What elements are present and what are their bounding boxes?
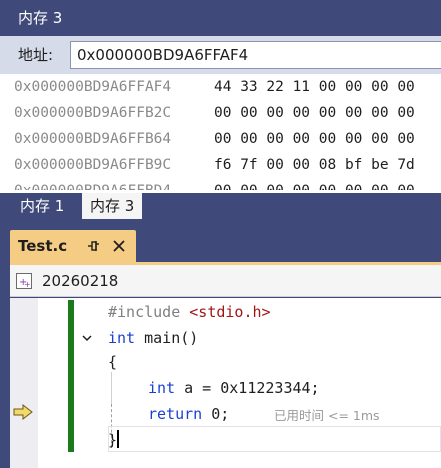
address-label: 地址: — [18, 46, 54, 64]
document-tab-label: Test.c — [18, 237, 68, 255]
code-text: 0; — [202, 405, 230, 423]
address-input[interactable]: 0x000000BD9A6FFAF4 — [70, 41, 441, 69]
indent-guide — [111, 372, 112, 404]
close-icon[interactable] — [110, 237, 128, 255]
code-line-1[interactable]: #include <stdio.h> — [108, 300, 271, 324]
memory-row-bytes[interactable]: 00 00 00 00 00 00 00 00 — [214, 100, 415, 126]
keyword: int — [148, 379, 176, 397]
code-text: } — [108, 431, 118, 449]
text-caret — [117, 430, 119, 448]
code-editor[interactable]: #include <stdio.h> int main() { int a = … — [10, 298, 441, 468]
code-line-5[interactable]: return 0; — [148, 402, 229, 426]
scope-dropdown-value[interactable]: 20260218 — [42, 270, 118, 292]
memory-row-bytes[interactable]: 00 00 00 00 00 00 00 00 — [214, 126, 415, 152]
memory-row-address: 0x000000BD9A6FFB9C — [14, 157, 172, 173]
perf-tip[interactable]: 已用时间 <= 1ms — [274, 404, 380, 428]
document-tab-test-c[interactable]: Test.c — [10, 230, 136, 262]
memory-window: 内存 3 地址: 0x000000BD9A6FFAF4 0x000000BD9A… — [0, 0, 441, 193]
pin-icon[interactable] — [84, 237, 102, 255]
code-text: { — [108, 353, 118, 371]
current-line-highlight — [108, 426, 441, 452]
code-line-6[interactable]: } — [108, 428, 117, 452]
tool-window-tabs: 内存 1 内存 3 — [0, 193, 441, 220]
include-target: <stdio.h> — [189, 303, 271, 321]
glyph-margin[interactable] — [10, 298, 38, 468]
memory-row-bytes[interactable]: f6 7f 00 00 08 bf be 7d — [214, 152, 415, 178]
code-text: a = 0x11223344; — [175, 379, 320, 397]
memory-window-title: 内存 3 — [0, 0, 441, 36]
memory-row-address: 0x000000BD9A6FFB2C — [14, 105, 172, 121]
svg-text:+: + — [24, 280, 31, 289]
scope-icon: + + — [16, 273, 32, 289]
code-line-4[interactable]: int a = 0x11223344; — [148, 376, 320, 400]
tab-memory-3[interactable]: 内存 3 — [82, 193, 143, 219]
navigation-bar[interactable]: + + 20260218 — [10, 265, 441, 297]
memory-row-bytes[interactable]: 00 00 00 00 00 00 00 00 — [214, 178, 415, 190]
tab-memory-1[interactable]: 内存 1 — [12, 193, 72, 219]
preprocessor-directive: #include — [108, 303, 190, 321]
keyword: return — [148, 405, 203, 423]
fold-icon[interactable] — [80, 331, 94, 345]
memory-row-address: 0x000000BD9A6FFAF4 — [14, 79, 172, 95]
memory-grid[interactable]: 0x000000BD9A6FFAF4 44 33 22 11 00 00 00 … — [0, 74, 441, 190]
code-text: main() — [135, 329, 199, 347]
memory-row-address: 0x000000BD9A6FFB64 — [14, 131, 172, 147]
code-line-3[interactable]: { — [108, 350, 117, 374]
memory-row-address: 0x000000BD9A6FFBD4 — [14, 178, 171, 190]
code-line-2[interactable]: int main() — [108, 326, 198, 350]
address-bar: 地址: 0x000000BD9A6FFAF4 — [0, 36, 441, 74]
execution-arrow-icon — [13, 404, 33, 420]
keyword: int — [108, 329, 136, 347]
memory-row-bytes[interactable]: 44 33 22 11 00 00 00 00 — [214, 74, 415, 100]
change-tracking-bar — [68, 300, 74, 452]
